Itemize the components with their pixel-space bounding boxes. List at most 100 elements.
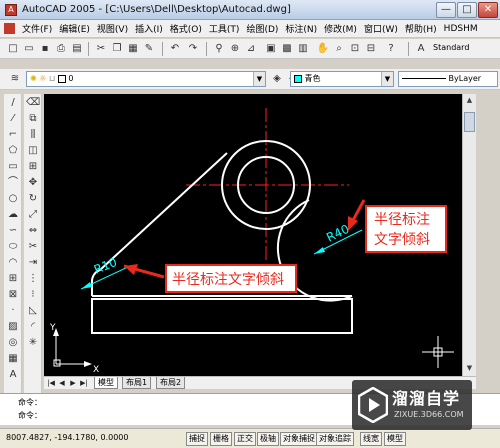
zoom-previous-icon[interactable]: ⊟ — [364, 42, 378, 56]
redo-icon[interactable]: ↷ — [186, 42, 200, 56]
scroll-up-icon[interactable]: ▲ — [463, 94, 476, 107]
polygon-icon[interactable]: ⬠ — [6, 144, 20, 157]
tool-palette-icon[interactable]: ▥ — [296, 42, 310, 56]
scale-icon[interactable]: ⤢ — [26, 208, 40, 221]
stretch-icon[interactable]: ⇔ — [26, 224, 40, 237]
menu-edit[interactable]: 编辑(E) — [56, 22, 93, 35]
point-icon[interactable]: · — [6, 304, 20, 317]
last-tab-icon[interactable]: ▶| — [79, 378, 89, 389]
extend-icon[interactable]: ⇥ — [26, 256, 40, 269]
osnap-toggle[interactable]: 对象捕捉 — [280, 432, 318, 446]
tab-layout1[interactable]: 布局1 — [122, 377, 152, 389]
ortho-toggle[interactable]: 正交 — [234, 432, 256, 446]
prev-tab-icon[interactable]: ◀ — [57, 378, 67, 389]
fillet-icon[interactable]: ◜ — [26, 320, 40, 333]
undo-icon[interactable]: ↶ — [168, 42, 182, 56]
rectangle-icon[interactable]: ▭ — [6, 160, 20, 173]
circle-icon[interactable]: ○ — [6, 192, 20, 205]
linetype-combo[interactable]: ByLayer — [398, 71, 498, 87]
offset-icon[interactable]: ◫ — [26, 144, 40, 157]
menu-file[interactable]: 文件(F) — [19, 22, 55, 35]
cut-icon[interactable]: ✂ — [94, 42, 108, 56]
hatch-icon[interactable]: ▨ — [6, 320, 20, 333]
menu-modify[interactable]: 修改(M) — [321, 22, 360, 35]
layer-manager-icon[interactable]: ≋ — [8, 72, 22, 86]
insert-block-icon[interactable]: ⊞ — [6, 272, 20, 285]
chamfer-icon[interactable]: ◺ — [26, 304, 40, 317]
menu-tools[interactable]: 工具(T) — [206, 22, 243, 35]
rotate-icon[interactable]: ↻ — [26, 192, 40, 205]
polyline-icon[interactable]: ⌐ — [6, 128, 20, 141]
text-style-combo[interactable]: Standard — [430, 41, 496, 57]
minimize-button[interactable]: — — [436, 2, 456, 18]
otrack-toggle[interactable]: 对象追踪 — [316, 432, 354, 446]
construction-line-icon[interactable]: ⁄ — [6, 112, 20, 125]
zoom-window-icon[interactable]: ⊡ — [348, 42, 362, 56]
maximize-button[interactable]: □ — [457, 2, 477, 18]
copy-object-icon[interactable]: ⧉ — [26, 112, 40, 125]
document-icon[interactable] — [4, 23, 15, 34]
new-file-icon[interactable]: □ — [6, 42, 20, 56]
grid-toggle[interactable]: 栅格 — [210, 432, 232, 446]
menu-format[interactable]: 格式(O) — [167, 22, 205, 35]
trim-icon[interactable]: ✂ — [26, 240, 40, 253]
drawing-canvas[interactable]: R10 R40 半径标注文字倾斜 半径标注 文字倾斜 Y X — [44, 94, 462, 376]
mirror-icon[interactable]: ⫼ — [26, 128, 40, 141]
menu-insert[interactable]: 插入(I) — [132, 22, 166, 35]
scroll-down-icon[interactable]: ▼ — [463, 362, 476, 375]
preview-icon[interactable]: ▤ — [70, 42, 84, 56]
ellipse-arc-icon[interactable]: ◠ — [6, 256, 20, 269]
color-combo[interactable]: 青色 ▼ — [290, 71, 394, 87]
text-style-icon[interactable]: A — [414, 42, 428, 56]
explode-icon[interactable]: ✳ — [26, 336, 40, 349]
snap-toggle[interactable]: 捕捉 — [186, 432, 208, 446]
table-icon[interactable]: ▦ — [6, 352, 20, 365]
close-button[interactable]: ✕ — [478, 2, 498, 18]
scrollbar-thumb[interactable] — [464, 112, 475, 132]
polar-toggle[interactable]: 极轴 — [257, 432, 279, 446]
menu-hdshm[interactable]: HDSHM — [441, 24, 481, 34]
pan-icon[interactable]: ✋ — [316, 42, 330, 56]
zoom-realtime-icon[interactable]: ⌕ — [332, 42, 346, 56]
command-prompt-line[interactable]: 命令： — [18, 410, 42, 422]
array-icon[interactable]: ⊞ — [26, 160, 40, 173]
region-icon[interactable]: ◎ — [6, 336, 20, 349]
break-at-point-icon[interactable]: ⋮ — [26, 272, 40, 285]
tab-model[interactable]: 模型 — [94, 377, 118, 389]
revision-cloud-icon[interactable]: ☁ — [6, 208, 20, 221]
arc-icon[interactable]: ⌒ — [6, 176, 20, 189]
lineweight-toggle[interactable]: 线宽 — [360, 432, 382, 446]
menu-window[interactable]: 窗口(W) — [361, 22, 401, 35]
next-tab-icon[interactable]: ▶ — [68, 378, 78, 389]
line-icon[interactable]: / — [6, 96, 20, 109]
help-icon[interactable]: ? — [384, 42, 398, 56]
open-file-icon[interactable]: ▭ — [22, 42, 36, 56]
properties-icon[interactable]: ▣ — [264, 42, 278, 56]
break-icon[interactable]: ⁝ — [26, 288, 40, 301]
match-properties-icon[interactable]: ✎ — [142, 42, 156, 56]
save-icon[interactable]: ▪ — [38, 42, 52, 56]
make-current-layer-icon[interactable]: ◈ — [270, 72, 284, 86]
menu-draw[interactable]: 绘图(D) — [243, 22, 281, 35]
ellipse-icon[interactable]: ⬭ — [6, 240, 20, 253]
menu-view[interactable]: 视图(V) — [94, 22, 131, 35]
spline-icon[interactable]: ∽ — [6, 224, 20, 237]
ucs-icon[interactable]: ⊿ — [244, 42, 258, 56]
model-toggle[interactable]: 模型 — [384, 432, 406, 446]
vertical-scrollbar[interactable]: ▲ ▼ — [462, 94, 476, 376]
copy-icon[interactable]: ❐ — [110, 42, 124, 56]
object-snap-icon[interactable]: ⊕ — [228, 42, 242, 56]
paste-icon[interactable]: ▦ — [126, 42, 140, 56]
tab-layout2[interactable]: 布局2 — [156, 377, 186, 389]
multiline-text-icon[interactable]: A — [6, 368, 20, 381]
layer-combo[interactable]: ✺ ☼ ⊔ 0 ▼ — [26, 71, 266, 87]
move-icon[interactable]: ✥ — [26, 176, 40, 189]
erase-icon[interactable]: ⌫ — [26, 96, 40, 109]
hyperlink-icon[interactable]: ⚲ — [212, 42, 226, 56]
menu-help[interactable]: 帮助(H) — [402, 22, 440, 35]
first-tab-icon[interactable]: |◀ — [46, 378, 56, 389]
print-icon[interactable]: ⎙ — [54, 42, 68, 56]
design-center-icon[interactable]: ▩ — [280, 42, 294, 56]
make-block-icon[interactable]: ⊠ — [6, 288, 20, 301]
menu-dimension[interactable]: 标注(N) — [282, 22, 320, 35]
